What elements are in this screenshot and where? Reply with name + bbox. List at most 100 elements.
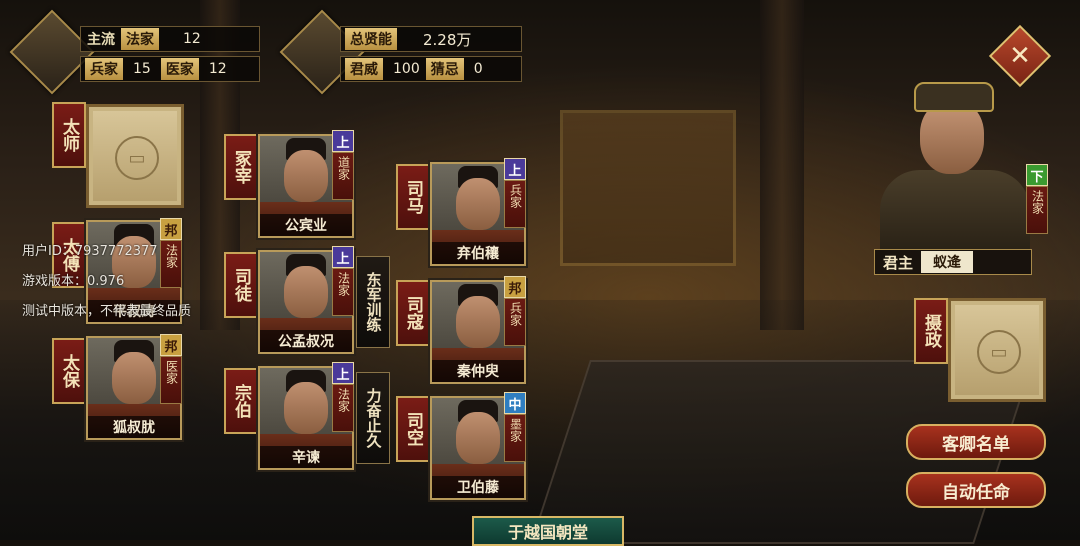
title-tab-situ: 司徒 (224, 252, 258, 318)
ruler-portrait[interactable] (880, 80, 1030, 250)
school-tag: 法家 (332, 384, 354, 432)
mainstream-value: 12 (183, 31, 201, 47)
title-tab-zhongzai: 冢宰 (224, 134, 258, 200)
title-tab-regent: 摄政 (914, 298, 948, 364)
military-school-count: 15 (133, 61, 151, 77)
background-throne (560, 110, 736, 266)
grade-badge: 上 (332, 362, 354, 384)
official-name: 卫伯藤 (432, 476, 524, 498)
title-label: 司寇 (403, 296, 423, 330)
school-label: 墨家 (508, 418, 523, 442)
grade-badge: 邦 (160, 218, 182, 240)
title-label: 司马 (403, 180, 423, 214)
title-tab-sikong: 司空 (396, 396, 430, 462)
school-tag: 法家 (332, 268, 354, 316)
mainstream-label: 主流 (87, 32, 115, 48)
ruler-school-tag: 法家 (1026, 186, 1048, 234)
ruler-grade-badge: 下 (1026, 164, 1048, 186)
background-pillar-mid (760, 0, 804, 330)
mainstream-school-row: 主流 法家 12 (80, 26, 260, 52)
official-name: 弃伯穰 (432, 242, 524, 264)
policy-scroll-situ[interactable]: 东军训练 (356, 256, 390, 348)
school-label: 兵家 (508, 184, 523, 208)
empty-slot-regent[interactable]: ▭ (948, 298, 1046, 402)
authority-label: 君威 (345, 58, 383, 80)
school-tag: 墨家 (504, 414, 526, 462)
grade-badge: 上 (332, 130, 354, 152)
close-button[interactable]: ✕ (988, 24, 1052, 88)
official-face (284, 150, 328, 202)
official-name: 辛谏 (260, 446, 352, 468)
official-face (456, 178, 500, 230)
official-name: 公孟叔况 (260, 330, 352, 352)
school-label: 法家 (336, 272, 351, 296)
title-label: 宗伯 (231, 384, 251, 418)
military-school-tag: 兵家 (85, 58, 123, 80)
medical-school-tag: 医家 (160, 58, 199, 80)
auto-assign-button[interactable]: 自动任命 (906, 472, 1046, 508)
empty-slot-taishi[interactable]: ▭ (86, 104, 184, 208)
suspicion-value: 0 (473, 61, 483, 77)
ruler-body (880, 170, 1030, 250)
grade-badge: 邦 (504, 276, 526, 298)
school-label: 道家 (336, 156, 351, 180)
title-label: 太师 (59, 118, 79, 152)
user-id-text: 用户ID：7937772377 (22, 244, 158, 259)
game-version-text: 游戏版本：0.976 (22, 274, 125, 289)
title-tab-sima: 司马 (396, 164, 430, 230)
ruler-name: 蚁逄 (921, 251, 974, 273)
school-label: 法家 (164, 244, 179, 268)
test-version-notice: 测试中版本，不代表最终品质 (22, 304, 192, 319)
school-counts-row: 兵家 15 医家 12 (80, 56, 260, 82)
official-face (456, 296, 500, 348)
official-face (456, 412, 500, 464)
school-label: 法家 (1030, 190, 1045, 214)
medical-school-count: 12 (208, 61, 227, 77)
official-name: 狐叔肬 (88, 416, 180, 438)
guest-list-button[interactable]: 客卿名单 (906, 424, 1046, 460)
total-talent-value: 2.28万 (423, 30, 472, 49)
school-tag: 法家 (160, 240, 182, 288)
school-tag: 医家 (160, 356, 182, 404)
policy-scroll-zongbo[interactable]: 力奋止久 (356, 372, 390, 464)
total-talent-label: 总贤能 (345, 28, 397, 50)
authority-suspicion-row: 君威 100 猜忌 0 (340, 56, 522, 82)
suspicion-label: 猜忌 (425, 58, 464, 80)
official-face (284, 266, 328, 318)
ruler-name-bar: 君主 蚁逄 (874, 249, 1032, 275)
policy-label: 东军训练 (364, 272, 383, 332)
grade-badge: 中 (504, 392, 526, 414)
title-label: 太保 (59, 354, 79, 388)
school-label: 兵家 (508, 302, 523, 326)
empty-seal-icon: ▭ (115, 136, 159, 180)
title-label: 司徒 (231, 268, 251, 302)
official-face (284, 382, 328, 434)
mainstream-school-tag: 法家 (121, 28, 159, 50)
title-tab-zongbo: 宗伯 (224, 368, 258, 434)
title-label: 摄政 (921, 314, 941, 348)
official-face (112, 352, 156, 404)
official-name: 公宾业 (260, 214, 352, 236)
school-tag: 兵家 (504, 298, 526, 346)
court-banner: 于越国朝堂 (472, 516, 624, 546)
ruler-crown (914, 82, 994, 112)
empty-seal-icon: ▭ (977, 330, 1021, 374)
grade-badge: 上 (332, 246, 354, 268)
close-icon: ✕ (1009, 41, 1031, 71)
grade-badge: 上 (504, 158, 526, 180)
title-label: 冢宰 (231, 150, 251, 184)
title-tab-sikou: 司寇 (396, 280, 430, 346)
official-name: 秦仲臾 (432, 360, 524, 382)
ruler-label: 君主 (883, 253, 914, 272)
title-tab-taibao: 太保 (52, 338, 86, 404)
school-label: 法家 (336, 388, 351, 412)
title-tab-taishi: 太师 (52, 102, 86, 168)
total-talent-row: 总贤能 2.28万 (340, 26, 522, 52)
school-label: 医家 (164, 360, 179, 384)
policy-label: 力奋止久 (364, 388, 383, 448)
school-tag: 兵家 (504, 180, 526, 228)
school-tag: 道家 (332, 152, 354, 200)
grade-badge: 邦 (160, 334, 182, 356)
title-label: 司空 (403, 412, 423, 446)
authority-value: 100 (393, 61, 420, 77)
